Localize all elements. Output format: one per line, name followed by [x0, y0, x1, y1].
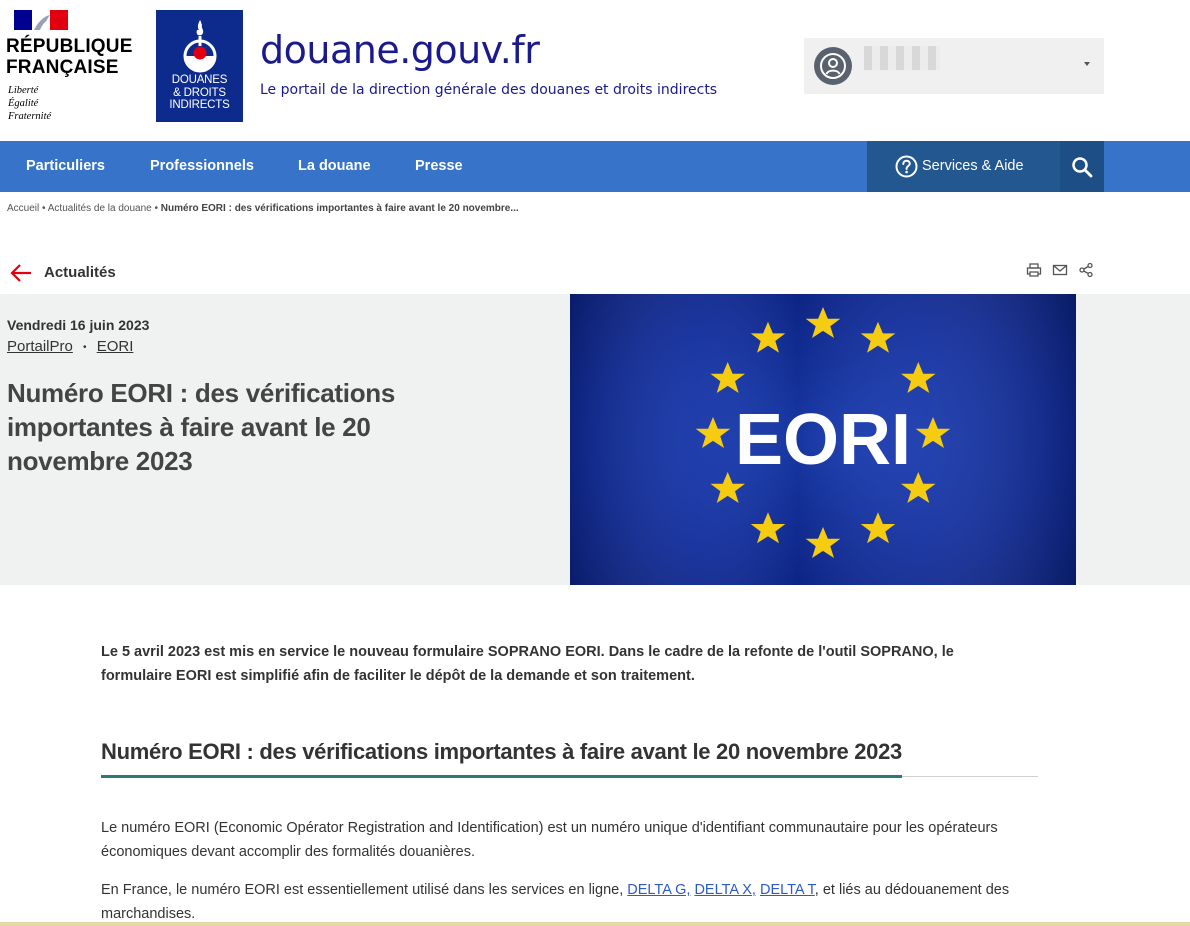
site-title[interactable]: douane.gouv.fr	[260, 28, 540, 72]
breadcrumb-section[interactable]: Actualités de la douane	[48, 203, 152, 214]
nav-professionnels[interactable]: Professionnels	[150, 141, 254, 192]
breadcrumb: Accueil • Actualités de la douane • Numé…	[7, 203, 519, 214]
article-hero: Vendredi 16 juin 2023 PortailPro • EORI …	[0, 294, 1190, 585]
article-date: Vendredi 16 juin 2023	[7, 317, 150, 333]
site-header: RÉPUBLIQUE FRANÇAISE Liberté Égalité Fra…	[0, 0, 1190, 141]
user-account-menu[interactable]	[804, 38, 1104, 94]
section-divider-accent	[101, 775, 902, 778]
breadcrumb-home[interactable]: Accueil	[7, 203, 39, 214]
eori-image-text: EORI	[735, 400, 911, 480]
douane-emblem-icon	[183, 20, 217, 73]
user-icon	[820, 53, 846, 79]
services-aide-button[interactable]: Services & Aide	[867, 141, 1060, 192]
eori-flag-image: EORI	[570, 294, 1076, 585]
article-title: Numéro EORI : des vérifications importan…	[7, 378, 396, 476]
link-delta-g[interactable]: DELTA G,	[627, 882, 690, 898]
nav-la-douane[interactable]: La douane	[298, 141, 371, 192]
search-button[interactable]	[1060, 141, 1104, 192]
republique-francaise-logo[interactable]: RÉPUBLIQUE FRANÇAISE Liberté Égalité Fra…	[6, 10, 141, 130]
caret-down-icon[interactable]	[1084, 62, 1090, 66]
user-avatar	[814, 47, 852, 85]
tag-eori[interactable]: EORI	[97, 338, 134, 355]
site-subtitle: Le portail de la direction générale des …	[260, 82, 718, 98]
republique-motto: Liberté Égalité Fraternité	[8, 85, 52, 122]
services-aide-label: Services & Aide	[922, 158, 1024, 174]
nav-presse[interactable]: Presse	[415, 141, 463, 192]
article-paragraph-2: En France, le numéro EORI est essentiell…	[101, 878, 1021, 926]
dgddi-logo[interactable]: DOUANES & DROITS INDIRECTS	[156, 10, 243, 122]
back-link-label: Actualités	[44, 264, 116, 281]
dgddi-text: DOUANES & DROITS INDIRECTS	[169, 74, 230, 111]
tag-separator: •	[83, 341, 87, 353]
article-tools	[1026, 262, 1096, 278]
article-paragraph-1: Le numéro EORI (Economic Opérator Regist…	[101, 820, 998, 860]
article-lead: Le 5 avril 2023 est mis en service le no…	[101, 644, 954, 684]
user-name-redacted	[864, 46, 940, 70]
section-title: Numéro EORI : des vérifications importan…	[101, 739, 902, 764]
search-icon	[1072, 157, 1093, 178]
tag-portailpro[interactable]: PortailPro	[7, 338, 73, 355]
nav-particuliers[interactable]: Particuliers	[26, 141, 105, 192]
arrow-left-icon	[10, 264, 31, 282]
link-delta-t[interactable]: DELTA T	[760, 882, 815, 898]
share-icon[interactable]	[1078, 262, 1094, 278]
link-delta-x[interactable]: DELTA X,	[694, 882, 756, 898]
mail-icon[interactable]	[1052, 262, 1068, 278]
print-icon[interactable]	[1026, 262, 1042, 278]
paragraph-2-text-start: En France, le numéro EORI est essentiell…	[101, 882, 628, 898]
breadcrumb-current: Numéro EORI : des vérifications importan…	[160, 203, 519, 214]
help-circle-icon	[895, 155, 918, 178]
main-navigation: Particuliers Professionnels La douane Pr…	[0, 141, 1190, 192]
republique-francaise-name: RÉPUBLIQUE FRANÇAISE	[6, 36, 133, 78]
marianne-flag-icon	[14, 10, 68, 30]
page-bottom-border	[0, 922, 1190, 926]
article-tags: PortailPro • EORI	[7, 338, 133, 355]
